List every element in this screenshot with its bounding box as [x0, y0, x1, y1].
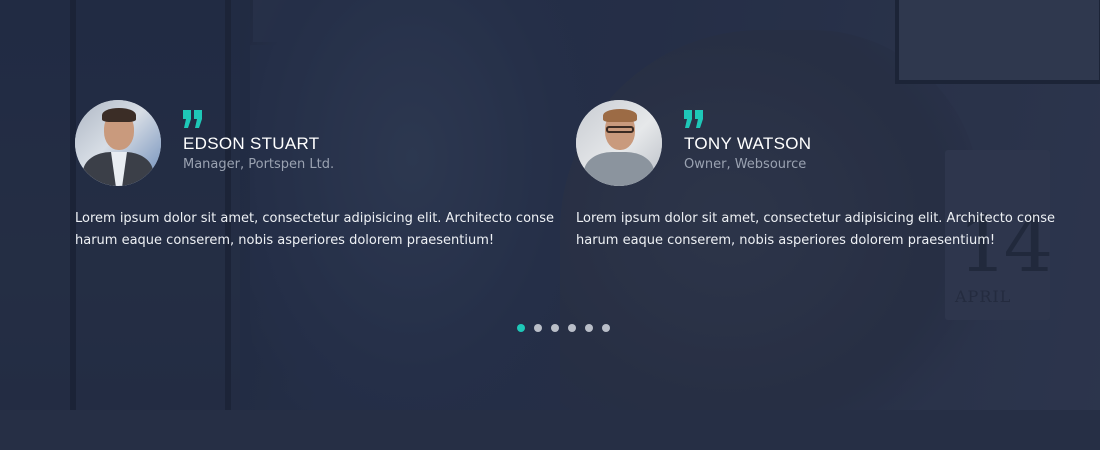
carousel-dot-6[interactable] [602, 324, 610, 332]
carousel-dot-3[interactable] [551, 324, 559, 332]
testimonial-name: TONY WATSON [684, 134, 812, 153]
testimonial-role: Owner, Websource [684, 157, 807, 172]
testimonial-name: EDSON STUART [183, 134, 320, 153]
testimonial-role: Manager, Portspen Ltd. [183, 157, 335, 172]
avatar [75, 100, 161, 186]
avatar [576, 100, 662, 186]
carousel-dot-4[interactable] [568, 324, 576, 332]
testimonials-section: 14 APRIL EDSON STUART Manager, Portspen … [0, 0, 1100, 450]
carousel-dot-1[interactable] [517, 324, 525, 332]
carousel-pagination [517, 324, 610, 334]
testimonial-text: Lorem ipsum dolor sit amet, consectetur … [576, 211, 1056, 248]
carousel-dot-2[interactable] [534, 324, 542, 332]
quote-icon [183, 110, 202, 128]
testimonial-text: Lorem ipsum dolor sit amet, consectetur … [75, 211, 555, 248]
quote-icon [684, 110, 703, 128]
carousel-dot-5[interactable] [585, 324, 593, 332]
